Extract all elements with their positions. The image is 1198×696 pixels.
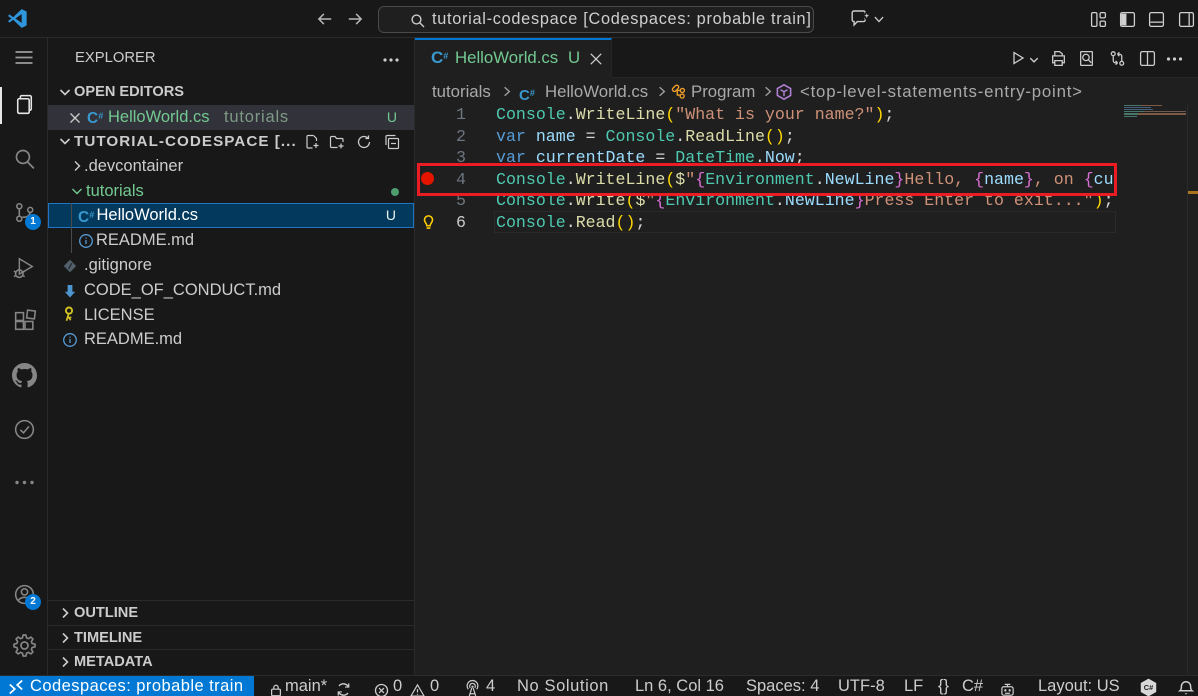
svg-text:C#: C# — [1144, 683, 1153, 692]
